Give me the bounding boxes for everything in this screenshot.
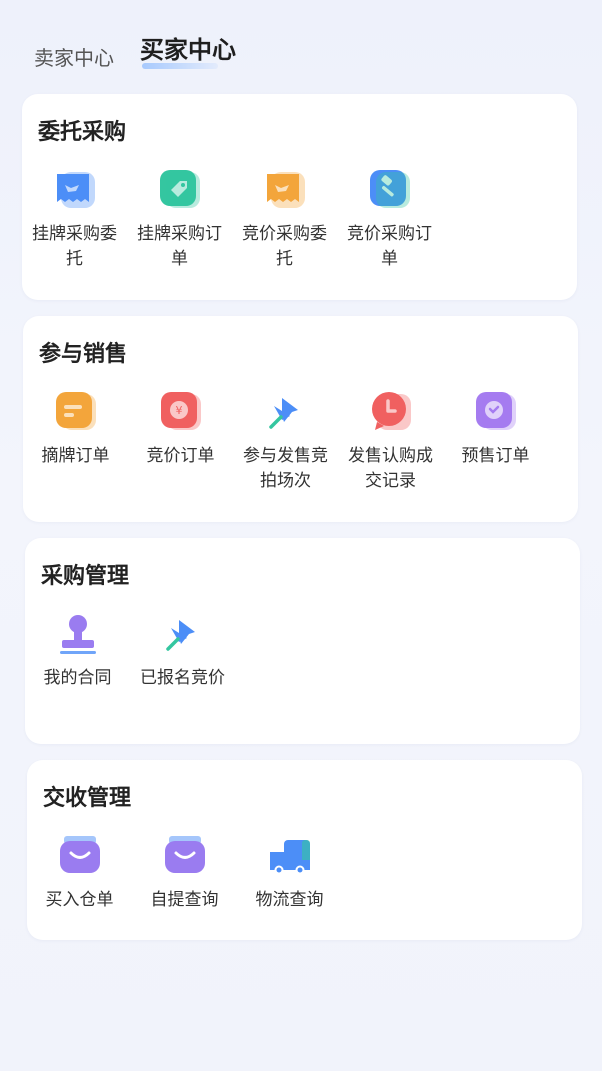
menu-item-bid-purchase-entrust[interactable]: 竞价采购委托 bbox=[232, 166, 337, 272]
menu-item-label: 我的合同 bbox=[43, 668, 112, 688]
menu-item-label: 发售认购成交记录 bbox=[348, 446, 433, 491]
clock-bubble-icon bbox=[367, 388, 415, 436]
menu-item-buy-warehouse-receipt[interactable]: 买入仓单 bbox=[27, 832, 132, 913]
menu-item-auction-sessions[interactable]: 参与发售竞拍场次 bbox=[233, 388, 338, 494]
section-title: 参与销售 bbox=[39, 342, 128, 367]
section-title: 交收管理 bbox=[43, 786, 132, 811]
shopping-bag-handshake-icon bbox=[261, 166, 309, 214]
section-participate-sales: 参与销售 摘牌订单 ¥ 竞价订单 参与发售竞拍场次 发售认购成交记录 预售订单 bbox=[23, 316, 578, 522]
yuan-coin-icon: ¥ bbox=[157, 388, 205, 436]
section-items: 我的合同 已报名竞价 bbox=[25, 610, 235, 691]
menu-item-label: 竞价订单 bbox=[146, 446, 215, 466]
menu-item-subscription-records[interactable]: 发售认购成交记录 bbox=[338, 388, 443, 494]
stamp-icon bbox=[54, 610, 102, 658]
section-entrusted-purchase: 委托采购 挂牌采购委托 挂牌采购订单 竞价采购委托 竞价采购订单 bbox=[22, 94, 577, 300]
menu-item-registered-bids[interactable]: 已报名竞价 bbox=[130, 610, 235, 691]
truck-icon bbox=[266, 832, 314, 880]
menu-item-label: 已报名竞价 bbox=[140, 668, 225, 688]
menu-item-bid-order[interactable]: ¥ 竞价订单 bbox=[128, 388, 233, 494]
menu-item-label: 预售订单 bbox=[461, 446, 530, 466]
section-purchase-management: 采购管理 我的合同 已报名竞价 bbox=[25, 538, 580, 744]
menu-item-my-contracts[interactable]: 我的合同 bbox=[25, 610, 130, 691]
menu-item-delisting-order[interactable]: 摘牌订单 bbox=[23, 388, 128, 494]
menu-item-label: 自提查询 bbox=[150, 890, 219, 910]
tab-seller-center[interactable]: 卖家中心 bbox=[34, 42, 114, 71]
list-doc-icon bbox=[52, 388, 100, 436]
menu-item-label: 物流查询 bbox=[255, 890, 324, 910]
section-items: 摘牌订单 ¥ 竞价订单 参与发售竞拍场次 发售认购成交记录 预售订单 bbox=[23, 388, 548, 494]
menu-item-label: 参与发售竞拍场次 bbox=[243, 446, 328, 491]
menu-item-label: 竞价采购订单 bbox=[347, 224, 432, 269]
section-delivery-management: 交收管理 买入仓单 自提查询 物流查询 bbox=[27, 760, 582, 940]
pushpin-icon bbox=[262, 388, 310, 436]
menu-item-listing-purchase-order[interactable]: 挂牌采购订单 bbox=[127, 166, 232, 272]
center-tabs: 卖家中心 买家中心 bbox=[34, 30, 236, 71]
menu-item-label: 挂牌采购委托 bbox=[32, 224, 117, 269]
menu-item-label: 竞价采购委托 bbox=[242, 224, 327, 269]
menu-item-bid-purchase-order[interactable]: 竞价采购订单 bbox=[337, 166, 442, 272]
menu-item-label: 摘牌订单 bbox=[41, 446, 110, 466]
section-title: 采购管理 bbox=[41, 564, 130, 589]
menu-item-presale-order[interactable]: 预售订单 bbox=[443, 388, 548, 494]
pushpin-icon bbox=[159, 610, 207, 658]
purse-icon bbox=[161, 832, 209, 880]
section-items: 买入仓单 自提查询 物流查询 bbox=[27, 832, 342, 913]
gavel-icon bbox=[366, 166, 414, 214]
section-items: 挂牌采购委托 挂牌采购订单 竞价采购委托 竞价采购订单 bbox=[22, 166, 442, 272]
tab-buyer-center[interactable]: 买家中心 bbox=[140, 30, 236, 71]
purse-icon bbox=[56, 832, 104, 880]
buyer-center-page: 卖家中心 买家中心 委托采购 挂牌采购委托 挂牌采购订单 竞价采购委托 竞价采购… bbox=[0, 0, 602, 1071]
tag-icon bbox=[156, 166, 204, 214]
clock-check-icon bbox=[472, 388, 520, 436]
menu-item-self-pickup-query[interactable]: 自提查询 bbox=[132, 832, 237, 913]
shopping-bag-handshake-icon bbox=[51, 166, 99, 214]
menu-item-label: 挂牌采购订单 bbox=[137, 224, 222, 269]
menu-item-label: 买入仓单 bbox=[45, 890, 114, 910]
section-title: 委托采购 bbox=[38, 120, 127, 145]
menu-item-listing-purchase-entrust[interactable]: 挂牌采购委托 bbox=[22, 166, 127, 272]
menu-item-logistics-query[interactable]: 物流查询 bbox=[237, 832, 342, 913]
